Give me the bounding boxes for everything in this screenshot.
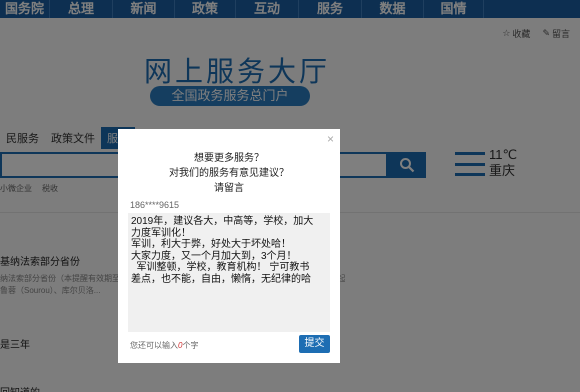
phone-number: 186****9615 (130, 200, 180, 210)
dialog-heading: 想要更多服务？ 对我们的服务有意见建议？ 请留言 (169, 153, 289, 194)
feedback-dialog: × 想要更多服务？ 对我们的服务有意见建议？ 请留言 186****9615 2… (118, 129, 340, 363)
submit-button[interactable]: 提交 (299, 335, 330, 353)
message-textarea[interactable]: 2019年，建议各大，中高等，学校，加大 力度军训化！ 军训，利大于弊，好处大于… (128, 213, 330, 332)
close-icon[interactable]: × (327, 132, 334, 146)
char-counter: 您还可以输入0个字 (130, 341, 199, 350)
